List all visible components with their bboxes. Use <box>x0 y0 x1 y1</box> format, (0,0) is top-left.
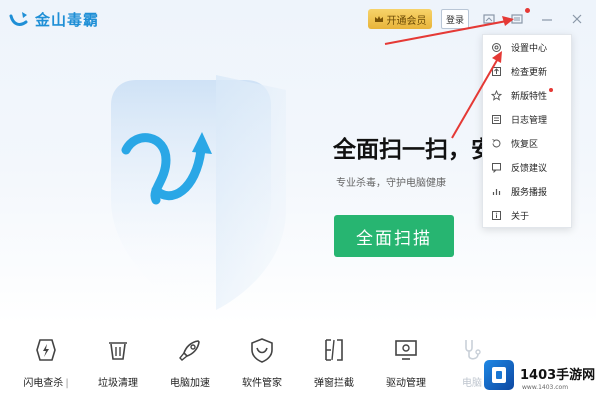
tool-speed-up[interactable]: 电脑加速 <box>154 336 226 389</box>
close-icon[interactable] <box>570 12 584 26</box>
menu-item-feedback[interactable]: 反馈建议 <box>483 156 573 178</box>
app-title: 金山毒霸 <box>35 10 100 29</box>
menu-item-check-update[interactable]: 检查更新 <box>483 60 573 82</box>
menu-item-log-manager[interactable]: 日志管理 <box>483 108 573 130</box>
menu-item-about[interactable]: 关于 <box>483 204 573 226</box>
full-scan-button[interactable]: 全面扫描 <box>334 215 454 257</box>
menu-item-label: 检查更新 <box>511 67 548 78</box>
star-icon <box>491 89 502 101</box>
vip-label: 开通会员 <box>386 15 427 27</box>
watermark-title: 1403手游网 <box>520 368 596 383</box>
tool-label: 驱动管理 <box>386 378 426 389</box>
menu-icon[interactable] <box>510 12 524 26</box>
tool-label: 电脑加速 <box>170 378 210 389</box>
monitor-driver-icon <box>395 340 417 360</box>
antivirus-window: 金山毒霸 开通会员 登录 全面扫一扫，安 专业杀毒，守护电脑健康 全面扫描 闪电… <box>0 0 596 416</box>
popup-block-icon <box>325 339 343 361</box>
chart-icon <box>492 188 501 195</box>
update-icon <box>492 66 501 76</box>
trash-icon <box>109 342 127 360</box>
menu-item-label: 服务播报 <box>511 187 548 198</box>
watermark-url: www.1403.com <box>522 384 569 391</box>
tool-driver-manager[interactable]: 驱动管理 <box>370 336 442 389</box>
new-feature-dot <box>549 88 553 92</box>
menu-item-new-features[interactable]: 新版特性 <box>483 84 573 106</box>
tool-label: 弹窗拦截 <box>314 378 354 389</box>
tool-flash-scan[interactable]: 闪电查杀 | <box>10 336 82 389</box>
watermark-logo-icon <box>484 360 514 390</box>
subtitle: 专业杀毒，守护电脑健康 <box>336 178 446 189</box>
menu-item-label: 新版特性 <box>511 91 548 102</box>
settings-dropdown-menu: 设置中心 检查更新 新版特性 日志管理 恢复区 反馈建议 服务播报 关于 <box>482 34 572 228</box>
skin-icon[interactable] <box>482 12 496 26</box>
site-watermark: 1403手游网 www.1403.com <box>476 356 596 416</box>
headline: 全面扫一扫，安 <box>333 137 483 163</box>
info-icon <box>492 210 501 220</box>
kingsoft-logo-icon <box>9 12 28 26</box>
tool-label: 闪电查杀 <box>23 378 64 389</box>
menu-item-service-broadcast[interactable]: 服务播报 <box>483 180 573 202</box>
feedback-icon <box>492 162 501 173</box>
menu-item-label: 关于 <box>511 211 530 222</box>
menu-item-label: 设置中心 <box>511 43 548 54</box>
menu-notification-dot <box>525 8 530 13</box>
tool-software-manager[interactable]: 软件管家 <box>226 336 298 389</box>
restore-icon <box>492 138 501 147</box>
menu-item-label: 日志管理 <box>511 115 548 126</box>
shield-illustration <box>111 75 286 315</box>
flash-shield-icon <box>36 339 56 361</box>
login-button[interactable]: 登录 <box>441 9 469 29</box>
tool-junk-clean[interactable]: 垃圾清理 <box>82 336 154 389</box>
shield-software-icon <box>251 338 273 363</box>
tool-popup-block[interactable]: 弹窗拦截 <box>298 336 370 389</box>
menu-item-restore-zone[interactable]: 恢复区 <box>483 132 573 154</box>
log-icon <box>492 114 501 124</box>
menu-item-settings[interactable]: 设置中心 <box>483 36 573 58</box>
minimize-icon[interactable] <box>540 12 554 26</box>
vip-button[interactable]: 开通会员 <box>368 9 432 29</box>
tool-separator: | <box>65 378 69 389</box>
app-logo: 金山毒霸 <box>8 8 99 30</box>
tool-label: 软件管家 <box>242 378 282 389</box>
gear-icon <box>492 42 501 52</box>
rocket-icon <box>179 340 200 361</box>
tool-label: 垃圾清理 <box>98 378 138 389</box>
crown-icon <box>374 16 383 22</box>
menu-item-label: 反馈建议 <box>511 163 548 174</box>
menu-item-label: 恢复区 <box>511 139 539 150</box>
